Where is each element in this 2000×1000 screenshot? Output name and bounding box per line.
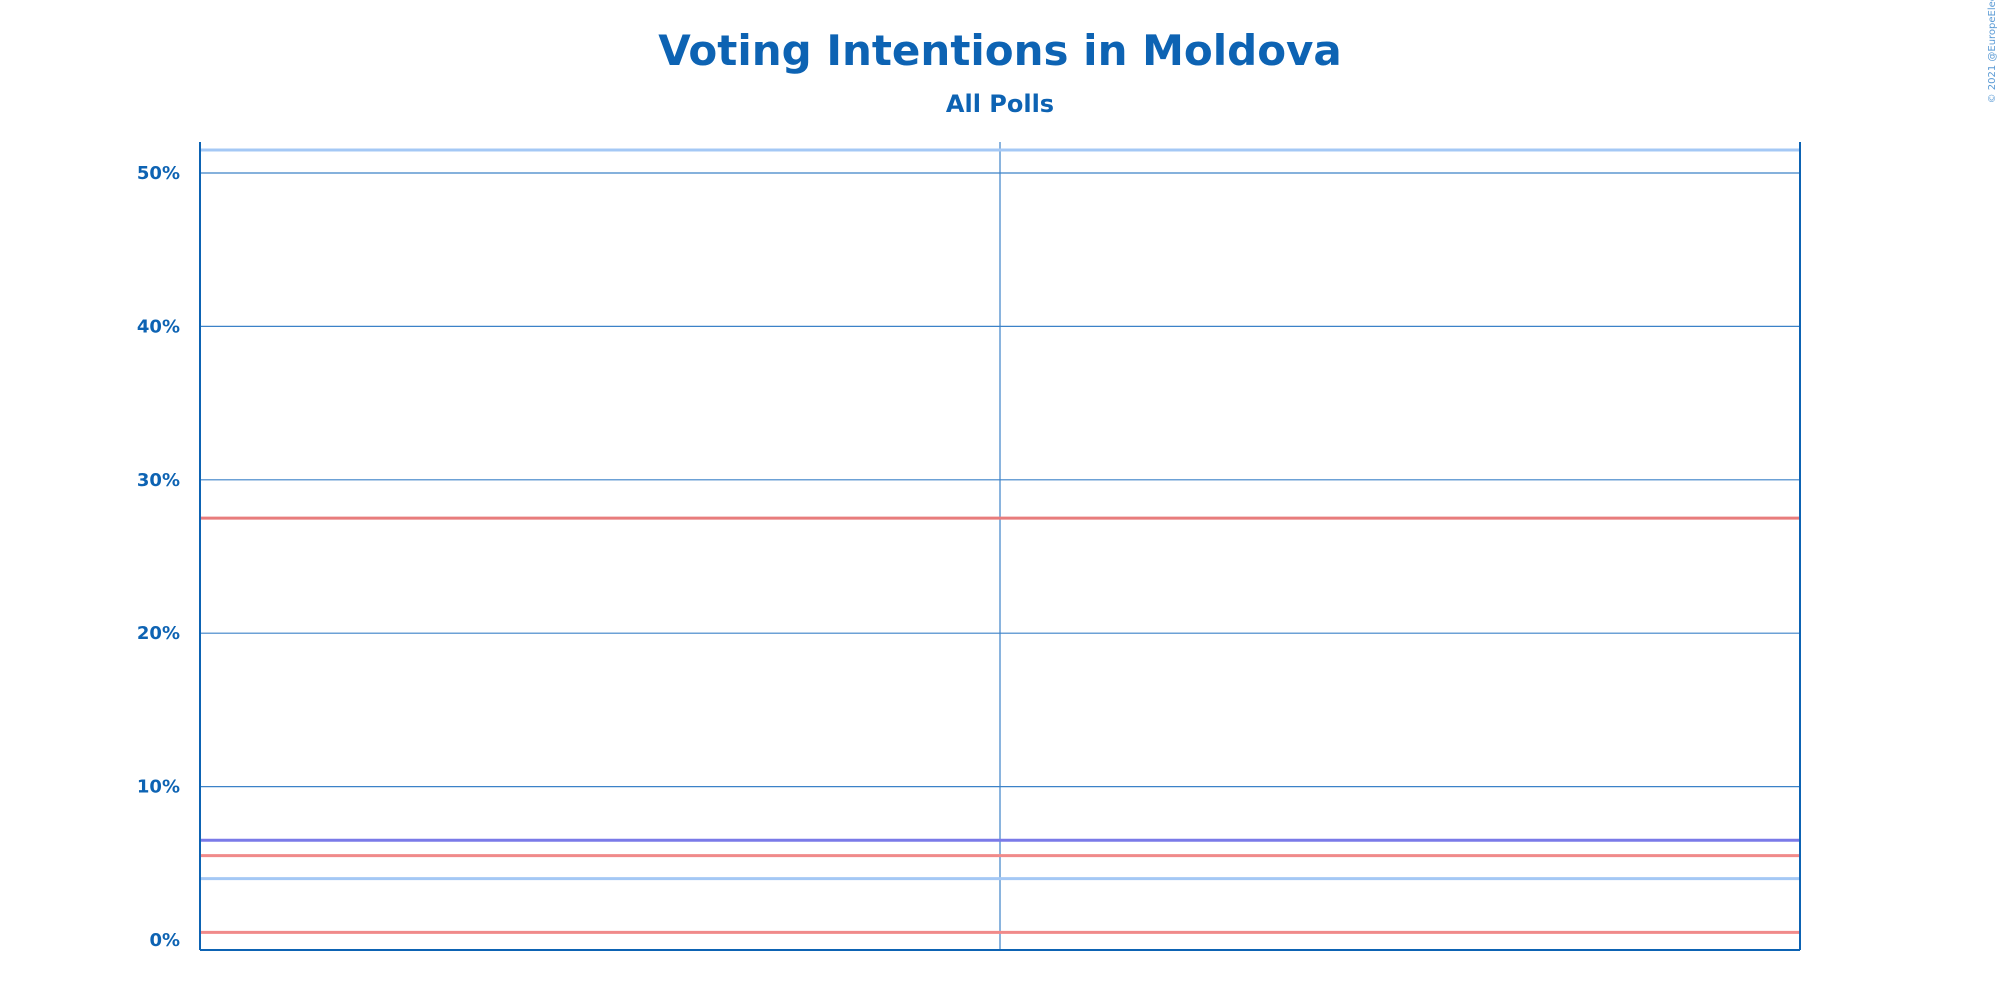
y-tick-label: 20% (137, 623, 180, 644)
y-tick-label: 10% (137, 777, 180, 798)
y-tick-label: 50% (137, 163, 180, 184)
y-tick-labels: 0% 10% 20% 30% 40% 50% (137, 163, 180, 951)
grid (200, 142, 1800, 950)
y-tick-label: 30% (137, 470, 180, 491)
y-tick-label: 0% (149, 930, 180, 951)
chart-subtitle: All Polls (946, 90, 1054, 118)
copyright-text: © 2021 @EuropeElects (1987, 0, 1998, 103)
chart-title: Voting Intentions in Moldova (658, 26, 1342, 75)
chart: Voting Intentions in Moldova All Polls ©… (137, 0, 1998, 951)
y-tick-label: 40% (137, 316, 180, 337)
